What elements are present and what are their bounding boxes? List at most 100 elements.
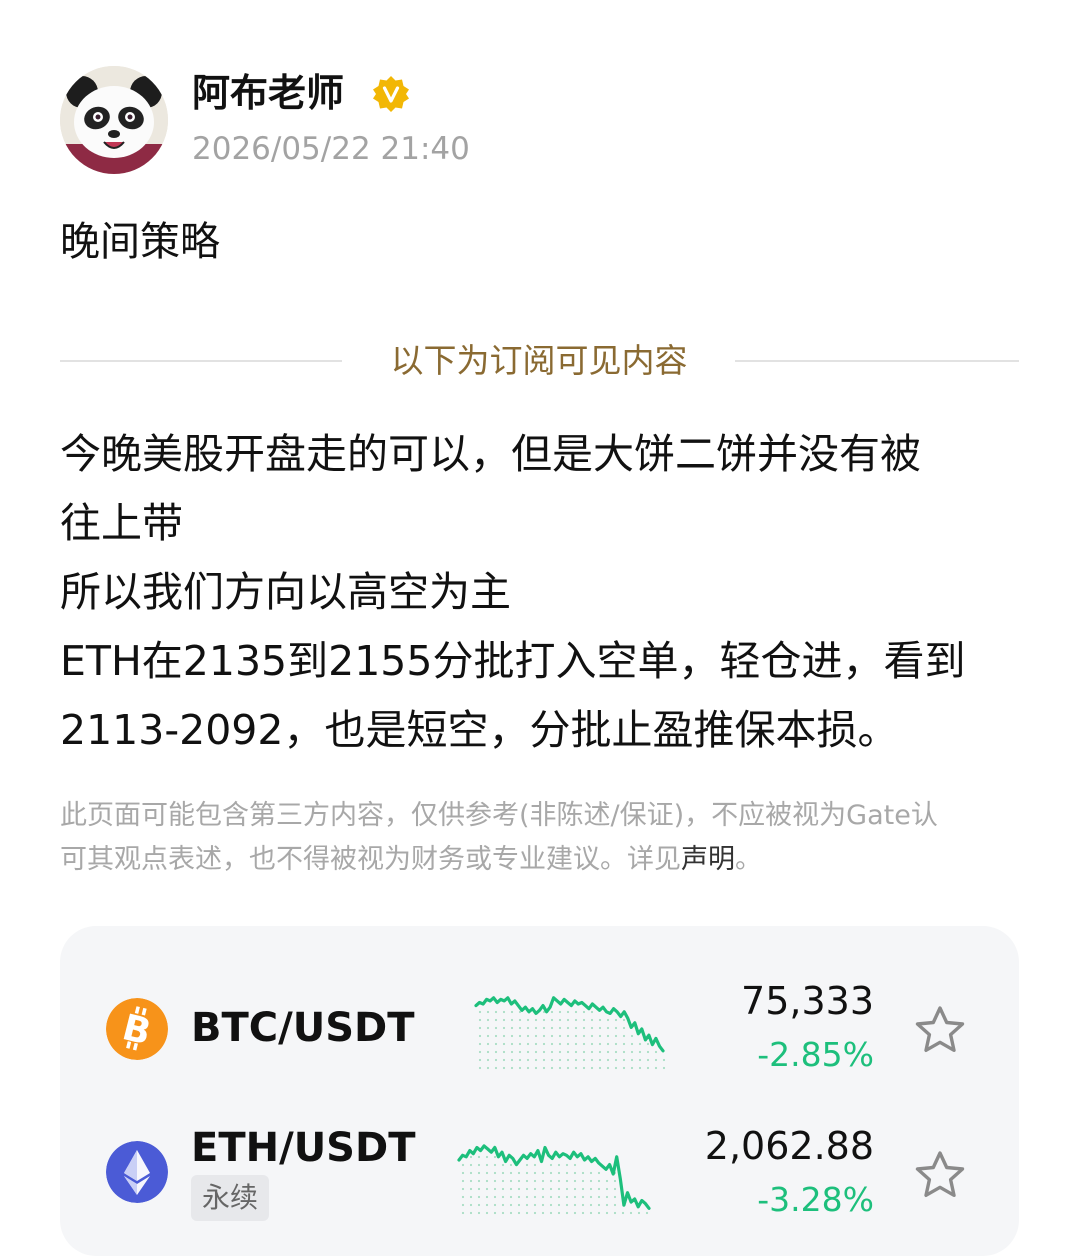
- sparkline-fill-dot: [517, 1203, 521, 1207]
- sparkline-fill-dot: [461, 1195, 465, 1199]
- sparkline-series-line: [457, 1144, 651, 1210]
- sparkline-fill-dot: [598, 1058, 602, 1062]
- price-sparkline: [474, 996, 666, 1070]
- body-line: 所以我们方向以高空为主: [60, 568, 511, 616]
- sparkline-fill-dot: [622, 1050, 626, 1054]
- sparkline-fill-dot: [494, 1018, 498, 1022]
- sparkline-fill-dot: [509, 1163, 513, 1167]
- sparkline-fill-dot: [517, 1179, 521, 1183]
- verified-badge-icon: [373, 76, 409, 112]
- sparkline-fill-dot: [502, 1058, 506, 1062]
- sparkline-fill-dot: [630, 1050, 634, 1054]
- sparkline-fill-dot: [510, 1058, 514, 1062]
- sparkline-fill-dot: [582, 1058, 586, 1062]
- sparkline-fill-dot: [565, 1195, 569, 1199]
- sparkline-fill-dot: [589, 1171, 593, 1175]
- sparkline-fill-dot: [494, 1010, 498, 1014]
- disclaimer: 此页面可能包含第三方内容，仅供参考(非陈述/保证)，不应被视为Gate认 可其观…: [60, 794, 1030, 882]
- sparkline-fill-dot: [654, 1050, 658, 1054]
- sparkline-fill-dot: [597, 1171, 601, 1175]
- sparkline-fill-dot: [461, 1179, 465, 1183]
- sparkline-fill-dot: [622, 1042, 626, 1046]
- sparkline-fill-dot: [517, 1171, 521, 1175]
- price-change: -2.85%: [757, 1035, 874, 1074]
- sparkline-fill-dot: [557, 1171, 561, 1175]
- ticker-row-eth[interactable]: ETH/USDT 永续 2,062.88 -3.28%: [60, 1111, 1019, 1241]
- sparkline-fill-dot: [614, 1050, 618, 1054]
- sparkline-fill-dot: [534, 1042, 538, 1046]
- sparkline-fill-dot: [478, 1026, 482, 1030]
- sparkline-fill-dot: [605, 1203, 609, 1207]
- sparkline-fill-dot: [534, 1018, 538, 1022]
- sparkline-fill-dot: [598, 1018, 602, 1022]
- sparkline-fill-dot: [501, 1211, 505, 1215]
- sparkline-fill-dot: [510, 1026, 514, 1030]
- sparkline-fill-dot: [582, 1010, 586, 1014]
- sparkline-fill-dot: [501, 1171, 505, 1175]
- sparkline-fill-dot: [525, 1203, 529, 1207]
- sparkline-fill-dot: [542, 1018, 546, 1022]
- body-line: 2113-2092，也是短空，分批止盈推保本损。: [60, 706, 899, 754]
- sparkline-fill-dot: [582, 1050, 586, 1054]
- sparkline-fill-dot: [533, 1163, 537, 1167]
- sparkline-fill-dot: [517, 1211, 521, 1215]
- sparkline-fill-dot: [469, 1155, 473, 1159]
- sparkline-fill-dot: [630, 1042, 634, 1046]
- sparkline-fill-dot: [494, 1050, 498, 1054]
- price-sparkline: [457, 1144, 651, 1215]
- sparkline-fill-dot: [646, 1058, 650, 1062]
- sparkline-fill-dot: [502, 1026, 506, 1030]
- sparkline-fill-dot: [469, 1179, 473, 1183]
- sparkline-fill-dot: [590, 1010, 594, 1014]
- sparkline-fill-dot: [557, 1163, 561, 1167]
- sparkline-fill-dot: [478, 1034, 482, 1038]
- sparkline-fill-dot: [477, 1195, 481, 1199]
- favorite-star-icon[interactable]: [912, 1148, 968, 1204]
- sparkline-fill-dot: [549, 1211, 553, 1215]
- panda-avatar-image: [60, 66, 168, 174]
- sparkline-fill-dot: [501, 1163, 505, 1167]
- sparkline-fill-dot: [581, 1171, 585, 1175]
- sparkline-fill-dot: [494, 1026, 498, 1030]
- sparkline-fill-dot: [518, 1058, 522, 1062]
- sparkline-fill-dot: [565, 1203, 569, 1207]
- sparkline-fill-dot: [581, 1187, 585, 1191]
- sparkline-fill-dot: [517, 1187, 521, 1191]
- sparkline-fill-dot: [606, 1042, 610, 1046]
- author-avatar[interactable]: [60, 66, 168, 174]
- post-body: 今晚美股开盘走的可以，但是大饼二饼并没有被 往上带 所以我们方向以高空为主 ET…: [60, 420, 1025, 765]
- sparkline-fill-dot: [557, 1187, 561, 1191]
- sparkline-fill-dot: [502, 1010, 506, 1014]
- sparkline-fill-dot: [574, 1058, 578, 1062]
- sparkline-fill-dot: [526, 1066, 530, 1070]
- sparkline-fill-dot: [630, 1066, 634, 1070]
- sparkline-fill-dot: [518, 1066, 522, 1070]
- favorite-star-icon[interactable]: [912, 1003, 968, 1059]
- sparkline-fill-dot: [638, 1042, 642, 1046]
- sparkline-fill-dot: [590, 1050, 594, 1054]
- sparkline-fill-dot: [574, 1050, 578, 1054]
- sparkline-fill-dot: [598, 1034, 602, 1038]
- sparkline-fill-dot: [533, 1203, 537, 1207]
- sparkline-fill-dot: [558, 1050, 562, 1054]
- sparkline-fill-dot: [509, 1179, 513, 1183]
- sparkline-fill-dot: [502, 1018, 506, 1022]
- sparkline-fill-dot: [622, 1026, 626, 1030]
- sparkline-fill-dot: [461, 1203, 465, 1207]
- statement-link[interactable]: 声明: [681, 844, 735, 875]
- sparkline-fill-dot: [605, 1211, 609, 1215]
- disclaimer-text: 。: [735, 844, 762, 875]
- sparkline-fill-dot: [550, 1066, 554, 1070]
- author-name[interactable]: 阿布老师: [192, 68, 344, 118]
- sparkline-fill-dot: [542, 1026, 546, 1030]
- sparkline-fill-dot: [501, 1187, 505, 1191]
- ticker-row-btc[interactable]: B BTC/USDT 75,333 -2.85%: [60, 966, 1019, 1096]
- market-ticker-card: B BTC/USDT 75,333 -2.85% ETH/USDT 永续 2,0…: [60, 926, 1019, 1256]
- sparkline-fill-dot: [533, 1211, 537, 1215]
- sparkline-fill-dot: [590, 1058, 594, 1062]
- sparkline-fill-dot: [550, 1010, 554, 1014]
- sparkline-fill-dot: [510, 1018, 514, 1022]
- sparkline-fill-dot: [597, 1195, 601, 1199]
- sparkline-fill-dot: [566, 1050, 570, 1054]
- sparkline-fill-dot: [550, 1050, 554, 1054]
